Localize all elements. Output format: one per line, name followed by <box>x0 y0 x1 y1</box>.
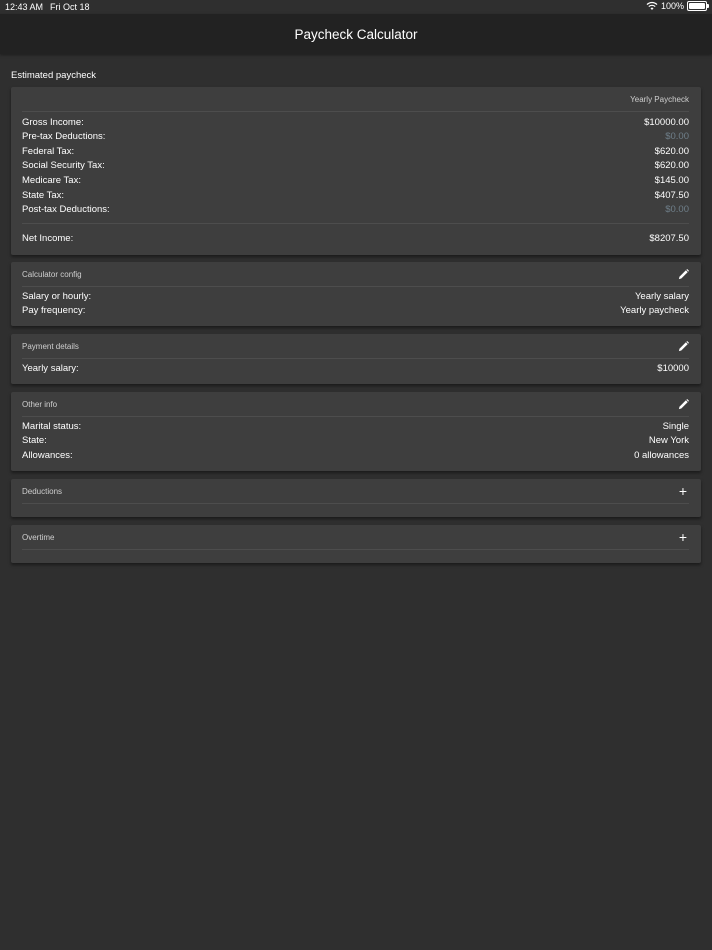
row-social-security-tax: Social Security Tax: $620.00 <box>22 159 689 173</box>
row-label: Social Security Tax: <box>22 160 105 171</box>
row-value: 0 allowances <box>634 449 689 461</box>
card-title: Deductions <box>22 486 63 496</box>
row-value: $10000.00 <box>644 116 689 128</box>
calculator-config-header: Calculator config <box>22 262 689 287</box>
payment-details-card: Payment details Yearly salary: $10000 <box>11 334 701 384</box>
row-marital-status: Marital status: Single <box>22 419 689 433</box>
row-value: Single <box>662 420 689 432</box>
row-posttax-deductions: Post-tax Deductions: $0.00 <box>22 203 689 217</box>
row-value: $620.00 <box>654 160 689 171</box>
overtime-header: Overtime + <box>22 525 689 550</box>
calculator-config-card: Calculator config Salary or hourly: Year… <box>11 262 701 326</box>
row-allowances: Allowances: 0 allowances <box>22 448 689 462</box>
row-label: Post-tax Deductions: <box>22 204 110 215</box>
card-title: Payment details <box>22 341 79 351</box>
payment-details-header: Payment details <box>22 334 689 359</box>
battery-icon <box>687 1 709 11</box>
row-label: Gross Income: <box>22 116 84 128</box>
row-value: $8207.50 <box>649 232 689 244</box>
row-value: New York <box>648 435 689 446</box>
overtime-card: Overtime + <box>11 525 701 563</box>
pencil-icon[interactable] <box>677 268 689 280</box>
row-label: Net Income: <box>22 232 74 244</box>
row-value: Yearly paycheck <box>620 305 689 316</box>
row-value: $620.00 <box>654 145 689 157</box>
row-net-income: Net Income: $8207.50 <box>22 231 689 245</box>
status-right: 100% <box>646 1 709 11</box>
row-value: $407.50 <box>654 189 689 201</box>
pencil-icon[interactable] <box>677 398 689 410</box>
other-info-card: Other info Marital status: Single State:… <box>11 392 701 471</box>
row-state: State: New York <box>22 434 689 448</box>
row-value: $0.00 <box>665 131 689 142</box>
row-federal-tax: Federal Tax: $620.00 <box>22 144 689 158</box>
row-value: $0.00 <box>665 204 689 215</box>
row-pay-frequency: Pay frequency: Yearly paycheck <box>22 304 689 318</box>
row-label: Salary or hourly: <box>22 290 92 302</box>
row-state-tax: State Tax: $407.50 <box>22 188 689 202</box>
row-label: Medicare Tax: <box>22 174 81 186</box>
nav-bar: Paycheck Calculator <box>0 14 712 54</box>
divider <box>22 223 689 224</box>
paycheck-period-label: Yearly Paycheck <box>630 94 689 104</box>
deductions-header: Deductions + <box>22 479 689 504</box>
deductions-card: Deductions + <box>11 479 701 517</box>
card-title: Overtime <box>22 532 55 542</box>
card-title: Other info <box>22 399 58 409</box>
status-bar: 12:43 AM Fri Oct 18 100% <box>0 0 712 14</box>
row-value: $145.00 <box>654 174 689 186</box>
plus-icon[interactable]: + <box>677 530 689 544</box>
battery-percent: 100% <box>660 1 684 11</box>
plus-icon[interactable]: + <box>677 484 689 498</box>
row-gross-income: Gross Income: $10000.00 <box>22 115 689 129</box>
estimate-card-header: Yearly Paycheck <box>22 87 689 112</box>
row-pretax-deductions: Pre-tax Deductions: $0.00 <box>22 130 689 144</box>
wifi-icon <box>646 1 658 10</box>
row-salary-or-hourly: Salary or hourly: Yearly salary <box>22 289 689 303</box>
row-label: Pre-tax Deductions: <box>22 131 106 142</box>
row-value: Yearly salary <box>634 290 689 302</box>
row-label: Marital status: <box>22 420 82 432</box>
pencil-icon[interactable] <box>677 340 689 352</box>
page-title: Paycheck Calculator <box>294 26 418 42</box>
row-label: State: <box>22 435 47 446</box>
row-label: Pay frequency: <box>22 305 86 316</box>
row-label: Federal Tax: <box>22 145 75 157</box>
section-title-estimated: Estimated paycheck <box>11 70 97 81</box>
other-info-header: Other info <box>22 392 689 417</box>
estimate-card: Yearly Paycheck Gross Income: $10000.00 … <box>11 87 701 255</box>
status-date: Fri Oct 18 <box>50 2 90 12</box>
row-value: $10000 <box>657 362 689 374</box>
row-yearly-salary: Yearly salary: $10000 <box>22 361 689 375</box>
row-medicare-tax: Medicare Tax: $145.00 <box>22 173 689 187</box>
row-label: Yearly salary: <box>22 362 79 374</box>
status-time: 12:43 AM <box>5 2 44 12</box>
row-label: Allowances: <box>22 449 73 461</box>
card-title: Calculator config <box>22 269 82 279</box>
row-label: State Tax: <box>22 189 65 201</box>
